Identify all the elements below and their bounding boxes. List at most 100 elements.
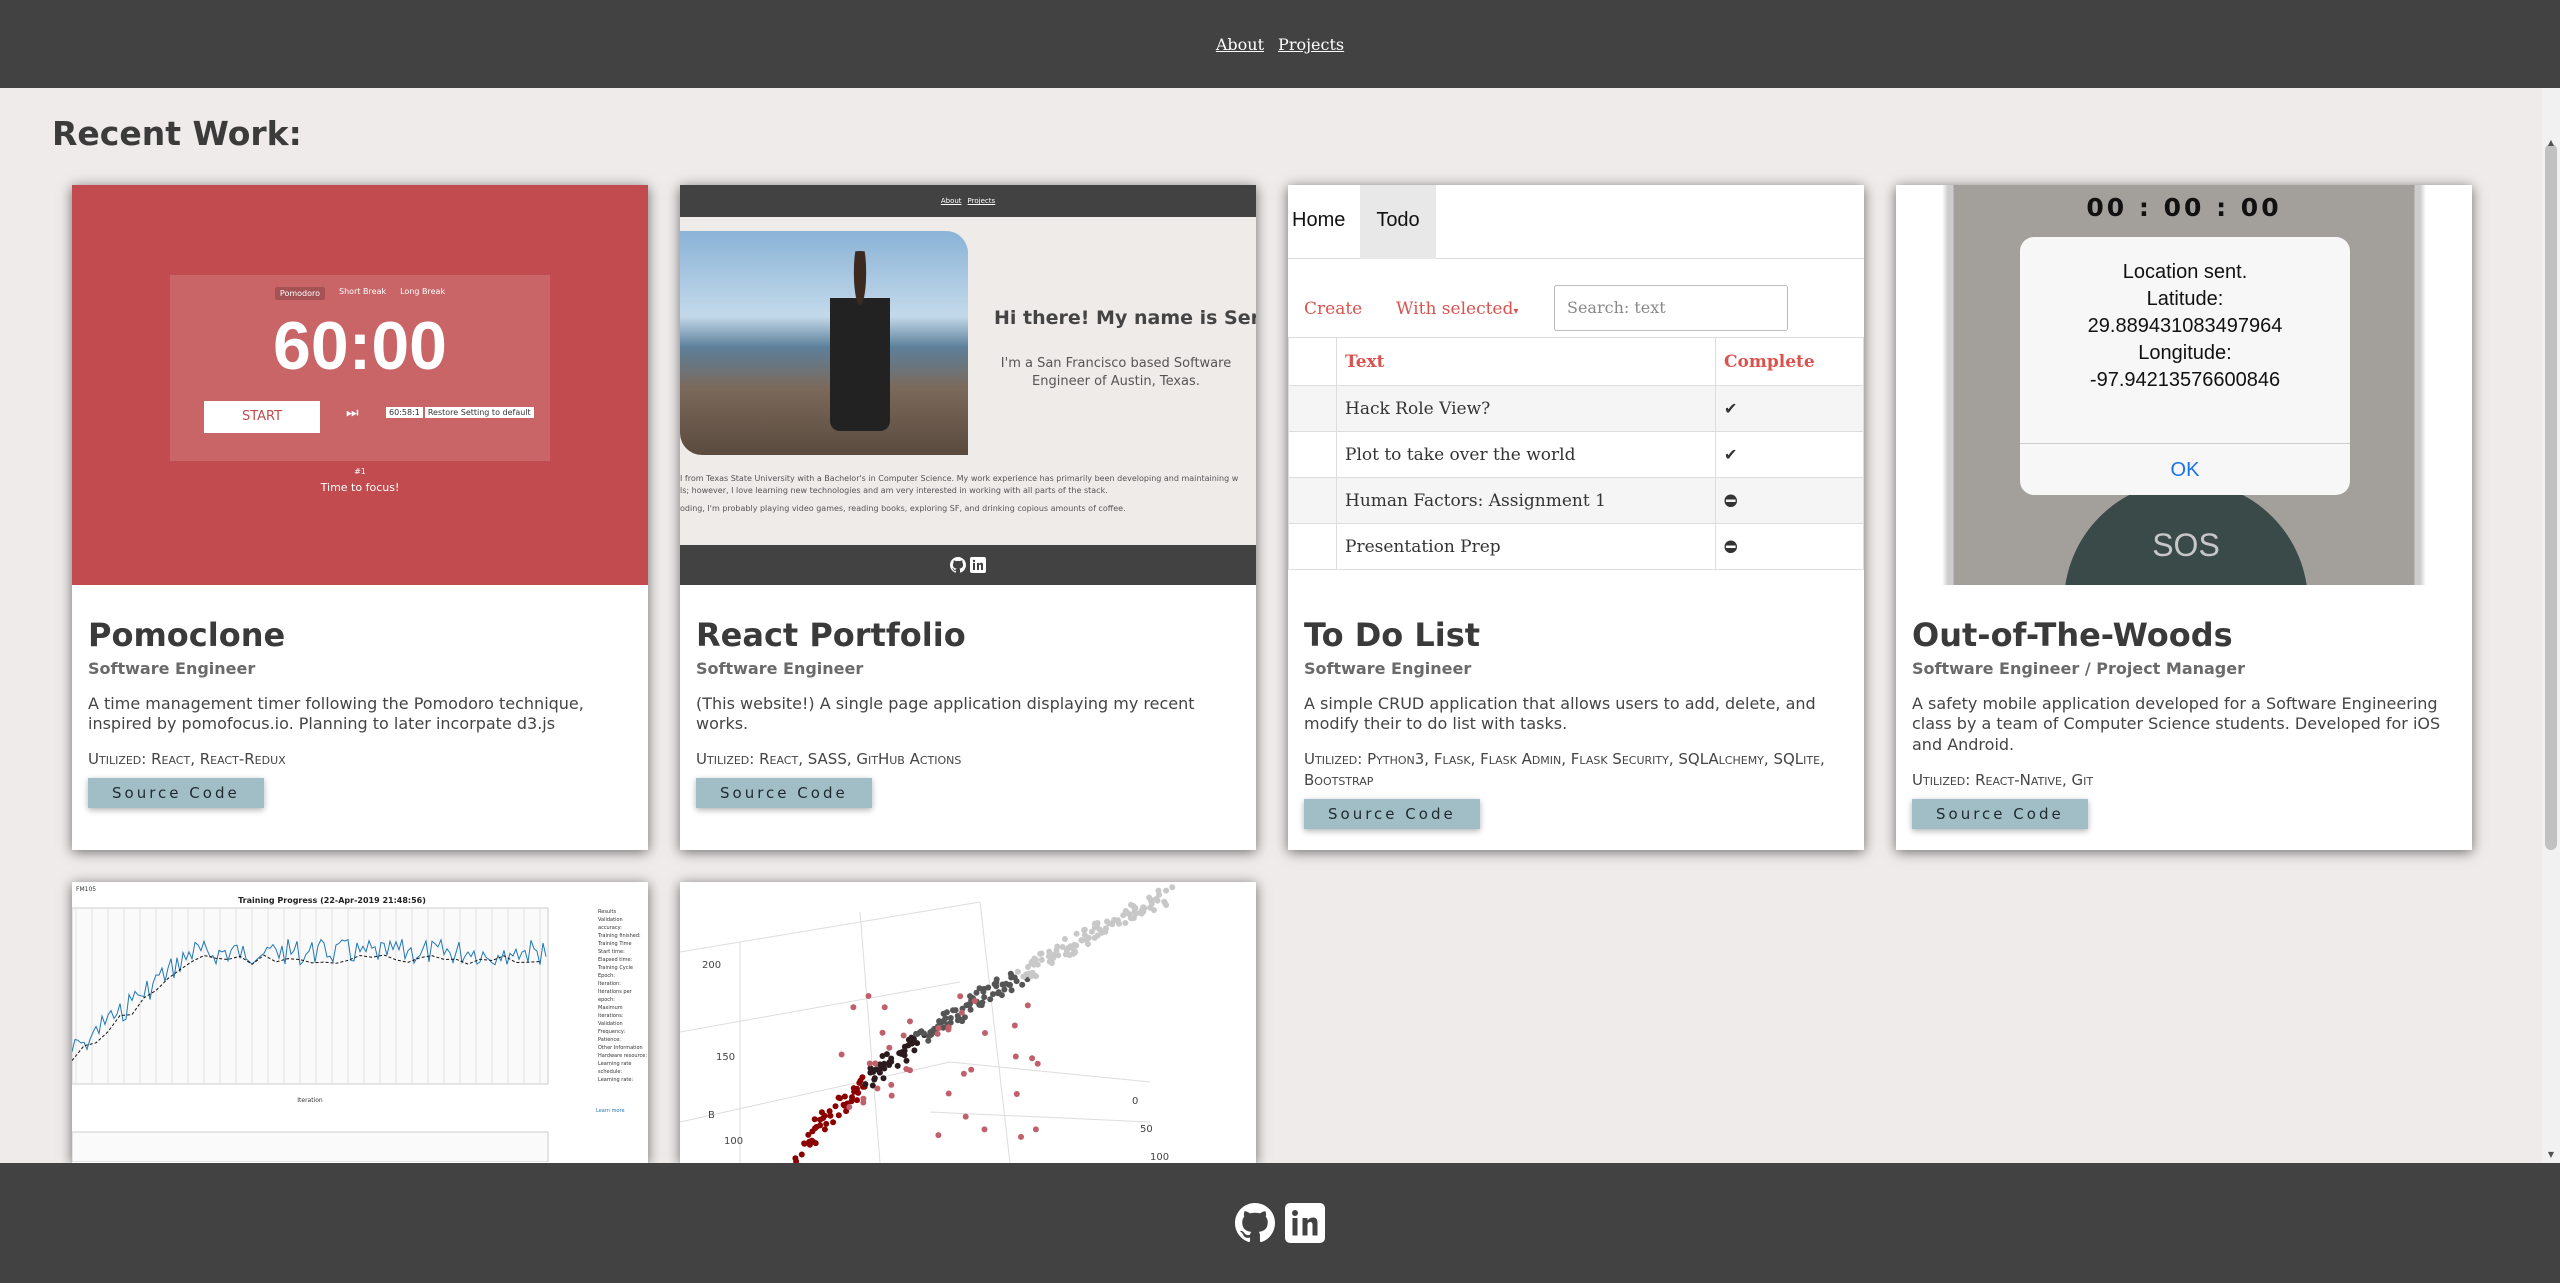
x-axis-label: Iteration bbox=[297, 1097, 323, 1104]
project-role: Software Engineer bbox=[696, 658, 864, 678]
info-line: Training Cycle bbox=[598, 965, 633, 971]
github-icon[interactable] bbox=[1235, 1203, 1276, 1243]
bio-paragraph: I from Texas State University with a Bac… bbox=[680, 474, 1239, 513]
location-dialog: Location sent. Latitude: 29.889431083497… bbox=[2020, 237, 2350, 495]
todo-text: Hack Role View? bbox=[1336, 385, 1716, 432]
info-line: Learning rate schedule: bbox=[598, 1061, 632, 1075]
info-line: Training Time bbox=[598, 941, 632, 947]
project-card-react-portfolio: About Projects Hi there! My name is Sere… bbox=[680, 185, 1256, 850]
nav-projects-link[interactable]: Projects bbox=[1278, 35, 1344, 54]
column-header-complete: Complete bbox=[1715, 337, 1864, 386]
tab-short-break: Short Break bbox=[339, 287, 387, 296]
table-row: Plot to take over the world ✔︎ bbox=[1288, 431, 1864, 478]
project-description: A simple CRUD application that allows us… bbox=[1304, 693, 1816, 734]
axis-label: 100 bbox=[724, 1136, 743, 1147]
mini-nav-projects: Projects bbox=[967, 197, 996, 205]
caret-down-icon: ▾ bbox=[1513, 306, 1519, 317]
info-line: Start time: bbox=[598, 949, 625, 955]
nav-about-link[interactable]: About bbox=[1216, 35, 1264, 54]
learn-more-link: Learn more bbox=[596, 1108, 625, 1114]
project-screenshot: About Projects Hi there! My name is Sere… bbox=[680, 185, 1256, 585]
info-line: Validation bbox=[598, 1021, 623, 1027]
info-line: Epoch: bbox=[598, 973, 615, 979]
duration-input: 60:58:1 bbox=[386, 407, 423, 418]
axis-label: 0 bbox=[1132, 1096, 1138, 1107]
source-code-button[interactable]: Source Code bbox=[1304, 799, 1480, 830]
todo-text: Human Factors: Assignment 1 bbox=[1336, 477, 1716, 524]
info-line: Hardware resource: bbox=[598, 1053, 648, 1059]
info-line: Iterations per epoch: bbox=[598, 989, 632, 1003]
skip-icon: ⏭ bbox=[346, 405, 359, 421]
timer-panel: Pomodoro Short Break Long Break 60:00 ST… bbox=[170, 275, 550, 461]
todo-text: Presentation Prep bbox=[1336, 523, 1716, 570]
info-line: Training finished: bbox=[598, 933, 641, 939]
project-card-scatter: 200 150 B 100 0 50 100 bbox=[680, 882, 1256, 1163]
info-line: Other Information bbox=[598, 1045, 643, 1051]
info-line: Patience: bbox=[598, 1037, 621, 1043]
axis-label: 50 bbox=[1140, 1124, 1153, 1135]
training-info-panel: Results Validation accuracy: Training fini… bbox=[598, 908, 648, 1084]
project-role: Software Engineer bbox=[1304, 658, 1472, 678]
info-line: Results bbox=[598, 909, 617, 915]
project-card-todo-list: Home Todo Create With selected▾ Search: … bbox=[1288, 185, 1864, 850]
check-circle-icon: ✔︎ bbox=[1724, 398, 1738, 418]
axis-label: 150 bbox=[716, 1052, 735, 1063]
project-screenshot: Pomodoro Short Break Long Break 60:00 ST… bbox=[72, 185, 648, 585]
project-card-pomoclone: Pomodoro Short Break Long Break 60:00 ST… bbox=[72, 185, 648, 850]
info-line: Maximum iterations: bbox=[598, 1005, 624, 1019]
linkedin-icon[interactable] bbox=[1285, 1203, 1325, 1243]
timer-display: 60:00 bbox=[273, 308, 447, 384]
project-description: A time management timer following the Po… bbox=[88, 693, 584, 734]
search-input: Search: text bbox=[1554, 285, 1788, 331]
todo-text: Plot to take over the world bbox=[1336, 431, 1716, 478]
footer bbox=[0, 1163, 2560, 1283]
axis-label: 200 bbox=[702, 960, 721, 971]
scrollbar-thumb[interactable] bbox=[2545, 144, 2557, 850]
project-title: To Do List bbox=[1304, 616, 1481, 654]
info-line: Iteration: bbox=[598, 981, 621, 987]
info-line: Learning rate: bbox=[598, 1077, 634, 1083]
source-code-button[interactable]: Source Code bbox=[88, 778, 264, 809]
mini-nav-about: About bbox=[940, 197, 962, 205]
greeting: Hi there! My name is Seren bbox=[994, 307, 1256, 329]
project-title: Pomoclone bbox=[88, 616, 286, 654]
project-role: Software Engineer bbox=[88, 658, 256, 678]
table-row: Human Factors: Assignment 1 ⛔︎ bbox=[1288, 477, 1864, 524]
sos-button: SOS bbox=[2064, 481, 2308, 585]
source-code-button[interactable]: Source Code bbox=[696, 778, 872, 809]
project-card-out-of-the-woods: 00 : 00 : 00 SOS Location sent. Latitude… bbox=[1896, 185, 2472, 850]
info-line: Validation accuracy: bbox=[598, 917, 623, 931]
info-line: Frequency: bbox=[598, 1029, 626, 1035]
timer-display: 00 : 00 : 00 bbox=[2086, 193, 2282, 222]
project-utilized: Utilized: React, React-Redux bbox=[88, 750, 286, 769]
tab-pomodoro: Pomodoro bbox=[274, 287, 326, 300]
axis-label: B bbox=[708, 1110, 715, 1121]
table-row: Presentation Prep ⛔︎ bbox=[1288, 523, 1864, 570]
project-title: Out-of-The-Woods bbox=[1912, 616, 2233, 654]
mini-nav-home: Home bbox=[1292, 209, 1346, 231]
mini-nav-todo: Todo bbox=[1360, 185, 1436, 259]
start-button: START bbox=[204, 401, 320, 433]
tab-long-break: Long Break bbox=[400, 287, 446, 296]
section-heading: Recent Work: bbox=[52, 114, 302, 153]
project-title: React Portfolio bbox=[696, 616, 966, 654]
profile-photo bbox=[680, 231, 968, 455]
column-header-text: Text bbox=[1336, 337, 1716, 386]
session-count: #1 bbox=[354, 467, 366, 476]
project-screenshot: 200 150 B 100 0 50 100 bbox=[680, 882, 1256, 1163]
focus-message: Time to focus! bbox=[320, 481, 400, 494]
project-role: Software Engineer / Project Manager bbox=[1912, 658, 2245, 678]
source-code-button[interactable]: Source Code bbox=[1912, 798, 2088, 829]
top-nav: About Projects bbox=[0, 0, 2560, 88]
axis-label: 100 bbox=[1150, 1152, 1169, 1163]
todo-table: Text Complete Hack Role View? ✔︎ Plot to… bbox=[1288, 337, 1864, 570]
linkedin-icon bbox=[970, 557, 986, 573]
project-utilized: Utilized: React, SASS, GitHub Actions bbox=[696, 750, 962, 769]
project-utilized: Utilized: Python3, Flask, Flask Admin, F… bbox=[1304, 750, 1825, 790]
subtitle: I'm a San Francisco based Software Engin… bbox=[1000, 356, 1232, 390]
scroll-up-arrow[interactable]: ▲ bbox=[2546, 138, 2556, 147]
ok-button: OK bbox=[2020, 443, 2350, 495]
training-plot: Iteration bbox=[72, 907, 549, 1162]
scroll-down-arrow[interactable]: ▼ bbox=[2546, 1150, 2556, 1159]
project-description: (This website!) A single page applicatio… bbox=[696, 693, 1195, 734]
